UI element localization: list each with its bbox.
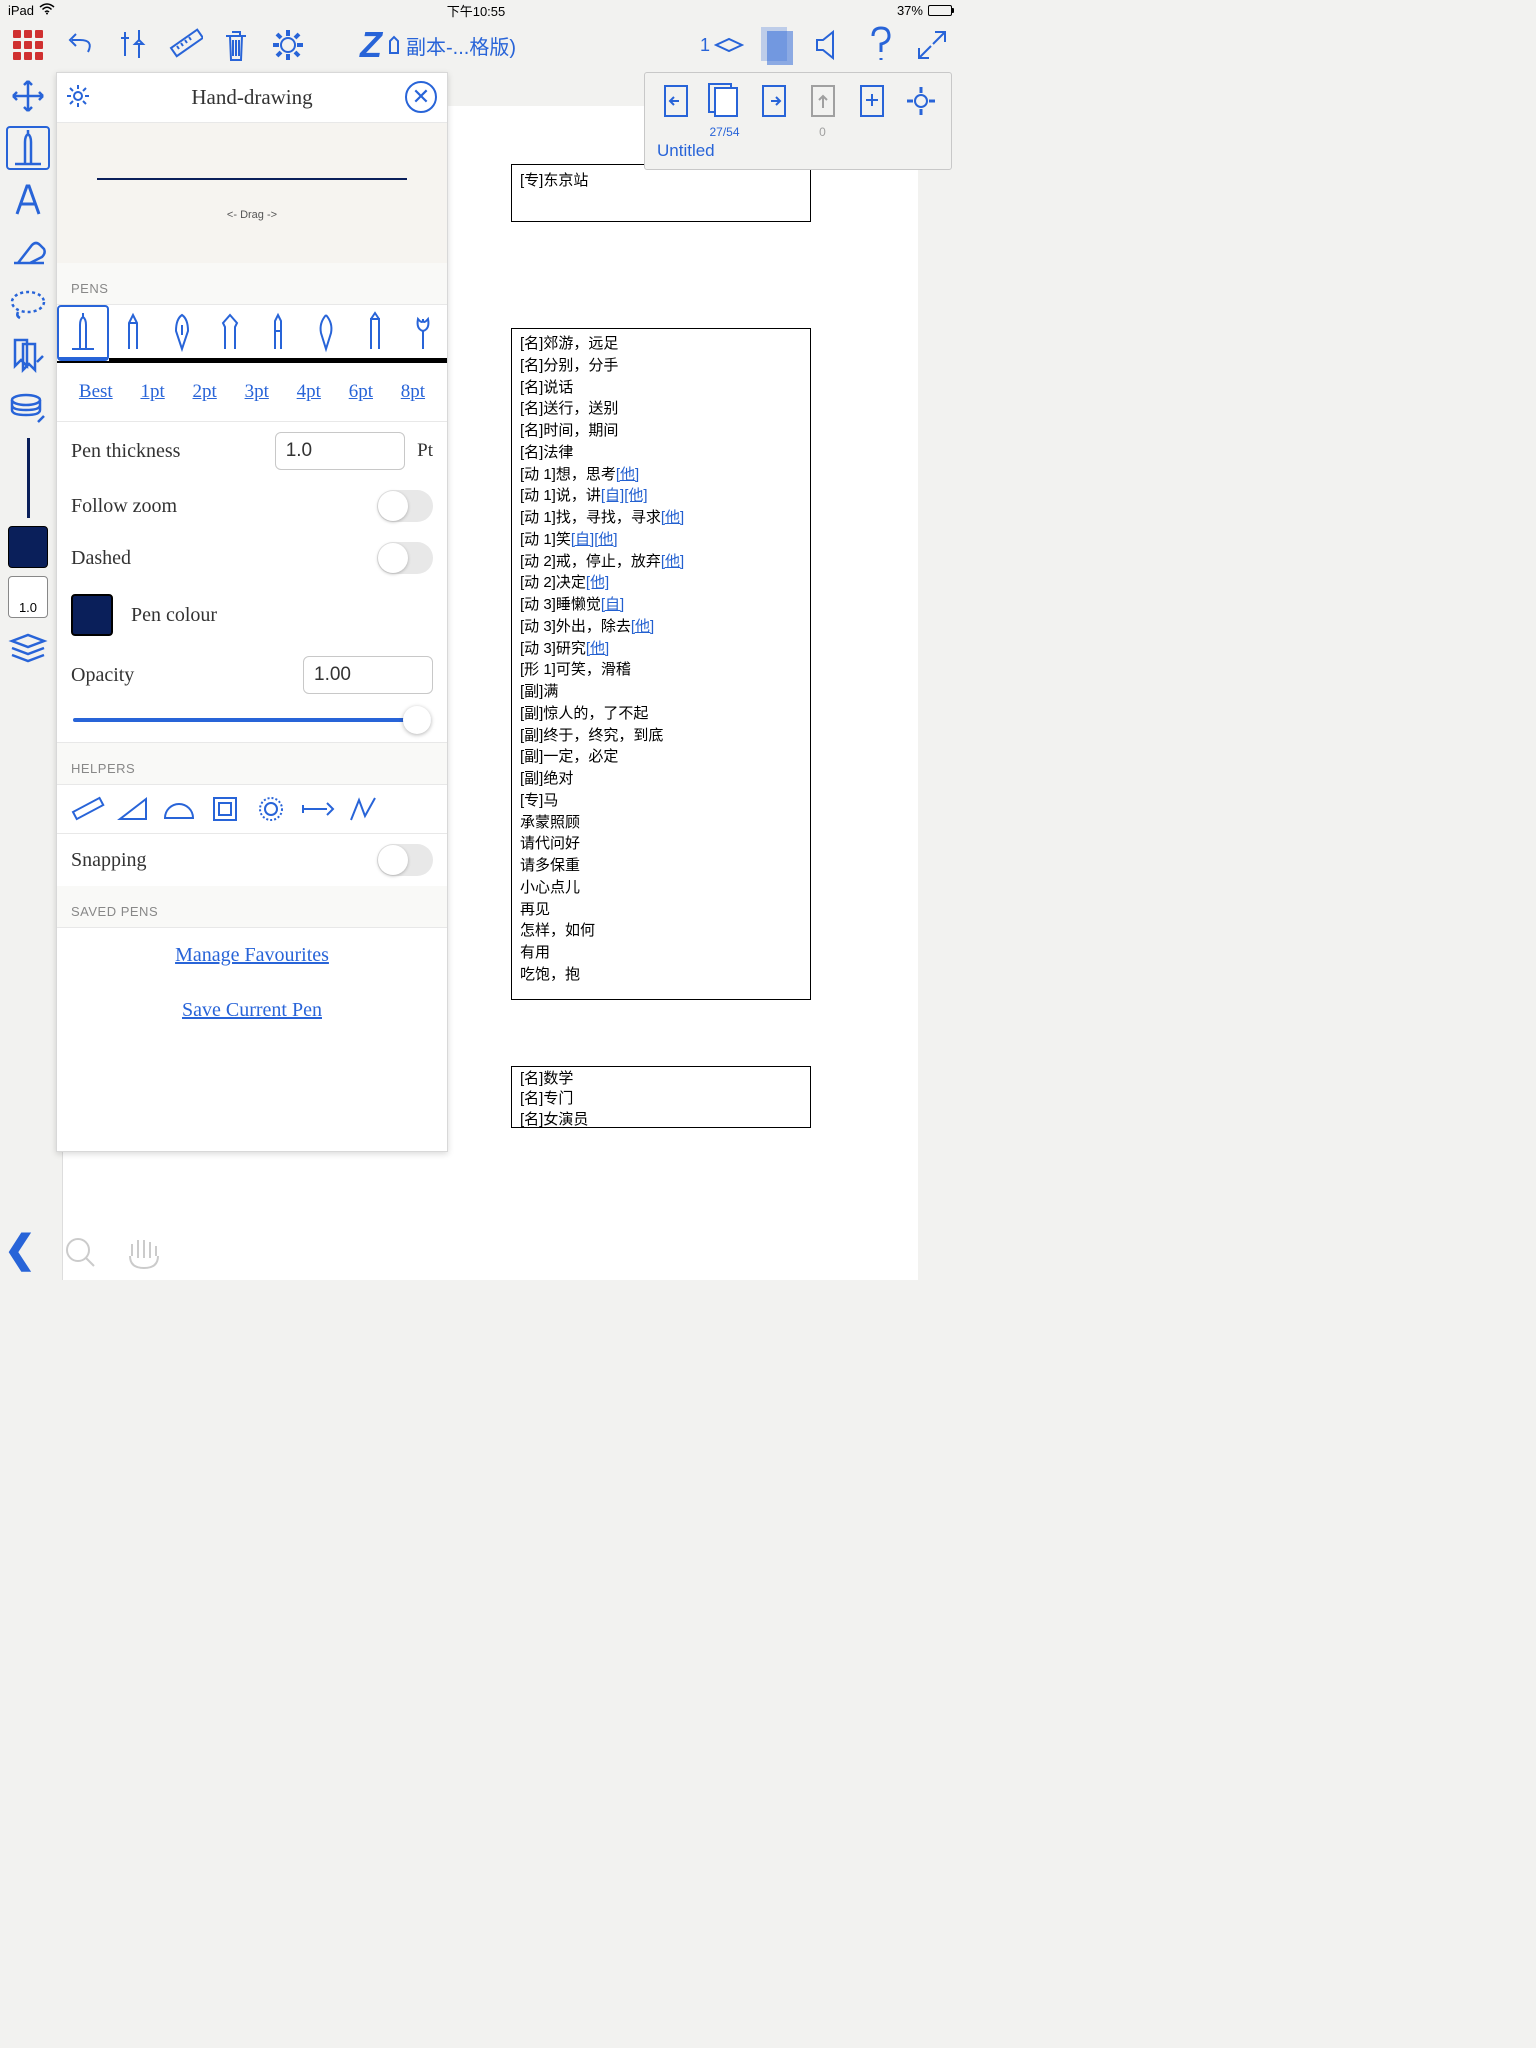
- left-sidebar: 1.0: [0, 70, 56, 670]
- pen-colour-row: Pen colour: [57, 584, 447, 646]
- pen-type-brush[interactable]: [302, 305, 350, 361]
- table-cell: [专]东京站: [511, 164, 811, 222]
- page-navigator: 27/540 Untitled: [644, 72, 952, 170]
- nav-doc-name[interactable]: Untitled: [651, 139, 945, 163]
- app-logo: Z 副本-...格版): [360, 24, 516, 66]
- stroke-preview: [27, 438, 30, 518]
- ruler-icon[interactable]: [164, 25, 204, 65]
- stack-icon[interactable]: [6, 626, 50, 670]
- circle-helper-icon[interactable]: [251, 791, 291, 827]
- top-toolbar: Z 副本-...格版) 1: [0, 20, 960, 70]
- battery-icon: [928, 5, 952, 16]
- bookmarks-icon[interactable]: [6, 334, 50, 378]
- status-bar: iPad 下午10:55 37%: [0, 0, 960, 20]
- pages-icon[interactable]: [756, 25, 796, 65]
- page-next-icon[interactable]: [749, 77, 798, 125]
- status-time: 下午10:55: [447, 1, 506, 20]
- lasso-icon[interactable]: [6, 282, 50, 326]
- close-icon[interactable]: [405, 81, 437, 113]
- table-cell: [名]数学[名]专门[名]女演员: [511, 1066, 811, 1128]
- tools-icon[interactable]: [112, 25, 152, 65]
- snapping-row: Snapping: [57, 834, 447, 886]
- dashed-row: Dashed: [57, 532, 447, 584]
- gear-icon[interactable]: [268, 25, 308, 65]
- size-option[interactable]: 4pt: [297, 381, 321, 403]
- follow-zoom-row: Follow zoom: [57, 480, 447, 532]
- pen-type-pencil[interactable]: [109, 305, 157, 361]
- follow-zoom-toggle[interactable]: [377, 490, 433, 522]
- hand-drawing-panel: Hand-drawing <- Drag -> PENS Best 1pt 2pt 3…: [56, 72, 448, 1152]
- page-settings-icon[interactable]: [896, 77, 945, 125]
- save-pen-link[interactable]: Save Current Pen: [182, 999, 322, 1021]
- color-swatch-primary[interactable]: [8, 526, 48, 568]
- pen-colour-swatch[interactable]: [71, 594, 113, 636]
- device-label: iPad: [8, 3, 34, 18]
- snapping-toggle[interactable]: [377, 844, 433, 876]
- opacity-input[interactable]: [303, 656, 433, 694]
- thickness-row: Pen thickness Pt: [57, 422, 447, 480]
- size-row: Best 1pt 2pt 3pt 4pt 6pt 8pt: [57, 363, 447, 422]
- battery-label: 37%: [897, 3, 923, 18]
- panel-title: Hand-drawing: [191, 85, 312, 110]
- text-icon[interactable]: [6, 178, 50, 222]
- page-indicator[interactable]: 1: [700, 35, 744, 56]
- page-upload-icon[interactable]: [798, 77, 847, 125]
- collapse-chevron-icon[interactable]: ❮: [4, 1227, 36, 1272]
- eraser-icon[interactable]: [6, 230, 50, 274]
- help-icon[interactable]: [860, 25, 900, 65]
- pen-tool-icon[interactable]: [6, 126, 50, 170]
- pen-type-fine[interactable]: [254, 305, 302, 361]
- color-swatch-secondary[interactable]: 1.0: [8, 576, 48, 618]
- triangle-helper-icon[interactable]: [113, 791, 153, 827]
- size-option[interactable]: 3pt: [245, 381, 269, 403]
- pen-type-ballpoint[interactable]: [57, 305, 109, 361]
- protractor-helper-icon[interactable]: [159, 791, 199, 827]
- opacity-row: Opacity: [57, 646, 447, 704]
- undo-icon[interactable]: [60, 25, 100, 65]
- pen-type-highlighter[interactable]: [351, 305, 399, 361]
- pen-type-marker[interactable]: [206, 305, 254, 361]
- dashed-toggle[interactable]: [377, 542, 433, 574]
- square-helper-icon[interactable]: [205, 791, 245, 827]
- size-option[interactable]: 8pt: [401, 381, 425, 403]
- document-title[interactable]: 副本-...格版): [406, 31, 516, 60]
- zigzag-helper-icon[interactable]: [343, 791, 383, 827]
- page-add-icon[interactable]: [847, 77, 896, 125]
- opacity-slider[interactable]: [57, 704, 447, 743]
- speaker-icon[interactable]: [808, 25, 848, 65]
- manage-favourites-link[interactable]: Manage Favourites: [175, 944, 329, 966]
- pen-type-calligraphy[interactable]: [399, 305, 447, 361]
- section-label: PENS: [57, 263, 447, 305]
- helper-row: [57, 785, 447, 834]
- page-stack-icon[interactable]: [700, 77, 749, 125]
- pen-small-icon: [386, 33, 402, 57]
- size-option[interactable]: 1pt: [140, 381, 164, 403]
- size-option[interactable]: 6pt: [349, 381, 373, 403]
- expand-icon[interactable]: [912, 25, 952, 65]
- move-icon[interactable]: [6, 74, 50, 118]
- stroke-preview-area[interactable]: <- Drag ->: [57, 123, 447, 263]
- size-option[interactable]: Best: [79, 381, 113, 403]
- zoom-icon[interactable]: [62, 1234, 100, 1272]
- layers-icon[interactable]: [6, 386, 50, 430]
- diamond-icon: [714, 37, 744, 53]
- size-option[interactable]: 2pt: [193, 381, 217, 403]
- drag-hint: <- Drag ->: [57, 209, 447, 221]
- bottom-tools: [62, 1234, 166, 1272]
- page-prev-icon[interactable]: [651, 77, 700, 125]
- tape-helper-icon[interactable]: [297, 791, 337, 827]
- pen-type-row: [57, 305, 447, 363]
- apps-grid-icon[interactable]: [8, 25, 48, 65]
- thickness-input[interactable]: [275, 432, 405, 470]
- ruler-helper-icon[interactable]: [67, 791, 107, 827]
- section-label: SAVED PENS: [57, 886, 447, 928]
- table-cell: [名]郊游，远足[名]分别，分手[名]说话[名]送行，送别[名]时间，期间[名]…: [511, 328, 811, 1000]
- section-label: HELPERS: [57, 743, 447, 785]
- wifi-icon: [39, 3, 55, 18]
- panel-settings-icon[interactable]: [65, 83, 91, 114]
- trash-icon[interactable]: [216, 25, 256, 65]
- pen-type-fountain[interactable]: [158, 305, 206, 361]
- hand-icon[interactable]: [122, 1234, 166, 1272]
